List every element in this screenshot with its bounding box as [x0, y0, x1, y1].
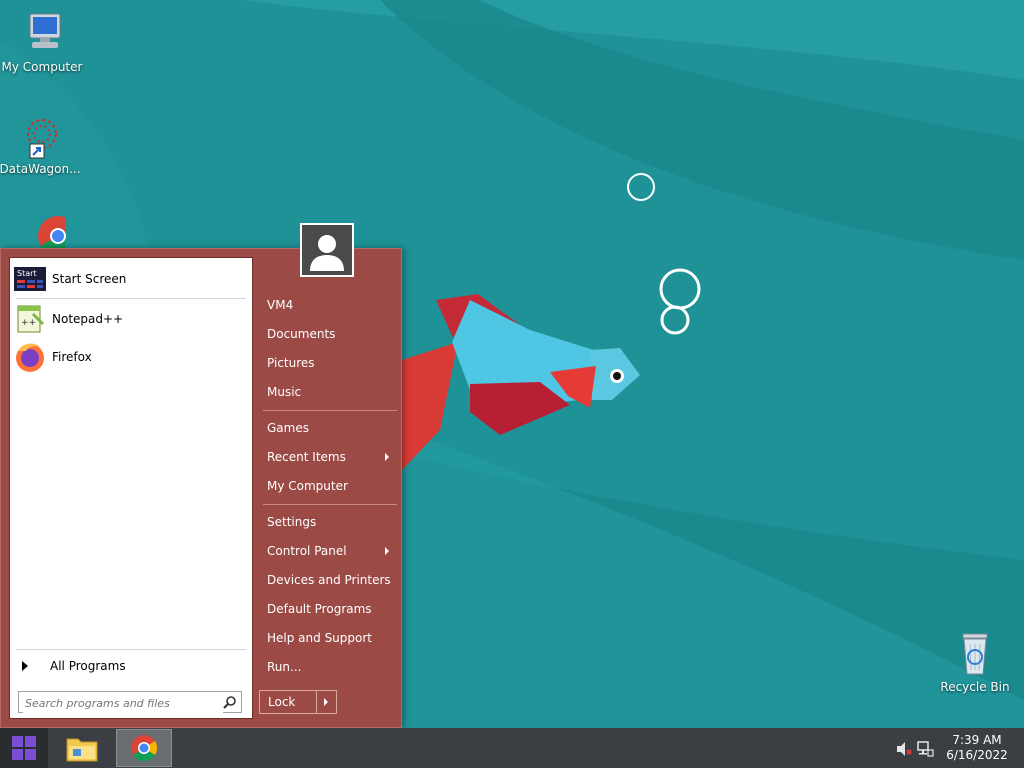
divider [16, 298, 246, 299]
triangle-right-icon [22, 661, 28, 671]
user-avatar[interactable] [300, 223, 354, 277]
divider [263, 410, 397, 411]
menu-item-documents[interactable]: Documents [257, 321, 399, 347]
menu-item-label: Music [267, 385, 302, 399]
search-programs-box[interactable] [18, 691, 242, 713]
divider [16, 649, 246, 650]
notepad-plus-plus-icon: ++ [14, 303, 46, 335]
desktop-icon-label: My Computer [1, 60, 83, 74]
menu-item-label: Recent Items [267, 450, 346, 464]
folder-icon [66, 738, 98, 762]
program-label: Start Screen [52, 272, 127, 286]
divider [263, 504, 397, 505]
menu-item-default-programs[interactable]: Default Programs [257, 596, 399, 622]
computer-icon [18, 10, 66, 58]
search-icon[interactable] [223, 695, 237, 709]
desktop-icon-recycle-bin[interactable]: Recycle Bin [933, 630, 1017, 694]
menu-item-label: Run... [267, 660, 302, 674]
chrome-icon [131, 735, 158, 762]
menu-item-label: Settings [267, 515, 317, 529]
desktop-icon-label: DataWagon... [0, 162, 81, 176]
submenu-arrow-icon [385, 547, 389, 555]
program-label: Firefox [52, 350, 92, 364]
menu-item-vm4[interactable]: VM4 [257, 292, 399, 318]
program-firefox[interactable]: Firefox [14, 340, 250, 374]
menu-item-label: Devices and Printers [267, 573, 391, 587]
start-button[interactable] [0, 728, 48, 768]
svg-text:Start: Start [17, 269, 37, 278]
volume-muted-icon[interactable] [896, 741, 912, 757]
menu-item-control-panel[interactable]: Control Panel [257, 538, 399, 564]
firefox-icon [14, 341, 46, 373]
recycle-bin-icon [951, 630, 999, 678]
lock-button[interactable]: Lock [260, 695, 316, 709]
taskbar: 7:39 AM 6/16/2022 [0, 728, 1024, 768]
menu-item-label: VM4 [267, 298, 294, 312]
lock-split-button: Lock [259, 690, 337, 714]
taskbar-file-explorer[interactable] [54, 729, 110, 767]
menu-item-run[interactable]: Run... [257, 654, 399, 680]
menu-item-label: Control Panel [267, 544, 347, 558]
desktop-icon-my-computer[interactable]: My Computer [0, 10, 84, 74]
menu-item-settings[interactable]: Settings [257, 509, 399, 535]
menu-item-label: My Computer [267, 479, 348, 493]
windows-logo-icon [12, 736, 36, 760]
clock-time: 7:39 AM [952, 733, 1002, 747]
program-label: Notepad++ [52, 312, 124, 326]
clock[interactable]: 7:39 AM 6/16/2022 [942, 733, 1012, 763]
taskbar-chrome[interactable] [116, 729, 172, 767]
menu-item-pictures[interactable]: Pictures [257, 350, 399, 376]
network-icon[interactable] [916, 740, 934, 758]
menu-item-label: Default Programs [267, 602, 372, 616]
divider [316, 691, 317, 713]
user-silhouette-icon [302, 225, 352, 275]
search-input[interactable] [23, 693, 223, 713]
start-menu: Start Start Screen ++ Notepad++ Firefox … [0, 248, 402, 728]
menu-item-label: Games [267, 421, 309, 435]
menu-item-devices-and-printers[interactable]: Devices and Printers [257, 567, 399, 593]
clock-date: 6/16/2022 [946, 748, 1008, 762]
menu-item-label: Pictures [267, 356, 315, 370]
program-notepad-plus-plus[interactable]: ++ Notepad++ [14, 302, 250, 336]
svg-text:++: ++ [21, 318, 36, 328]
all-programs-label: All Programs [50, 659, 126, 673]
menu-item-label: Help and Support [267, 631, 372, 645]
datawagon-shortcut-icon [16, 112, 64, 160]
start-screen-icon: Start [14, 263, 46, 295]
start-menu-places-pane: VM4 Documents Pictures Music Games Recen… [257, 249, 401, 727]
menu-item-games[interactable]: Games [257, 415, 399, 441]
desktop-icon-datawagon[interactable]: DataWagon... [0, 112, 82, 176]
program-start-screen[interactable]: Start Start Screen [14, 262, 250, 296]
start-menu-programs-pane: Start Start Screen ++ Notepad++ Firefox … [9, 257, 253, 719]
submenu-arrow-icon [385, 453, 389, 461]
lock-options-arrow-icon[interactable] [324, 698, 328, 706]
desktop-icon-label: Recycle Bin [940, 680, 1010, 694]
menu-item-help-and-support[interactable]: Help and Support [257, 625, 399, 651]
menu-item-music[interactable]: Music [257, 379, 399, 405]
all-programs-button[interactable]: All Programs [16, 654, 246, 678]
menu-item-label: Documents [267, 327, 336, 341]
system-tray: 7:39 AM 6/16/2022 [884, 728, 1024, 768]
menu-item-my-computer[interactable]: My Computer [257, 473, 399, 499]
menu-item-recent-items[interactable]: Recent Items [257, 444, 399, 470]
